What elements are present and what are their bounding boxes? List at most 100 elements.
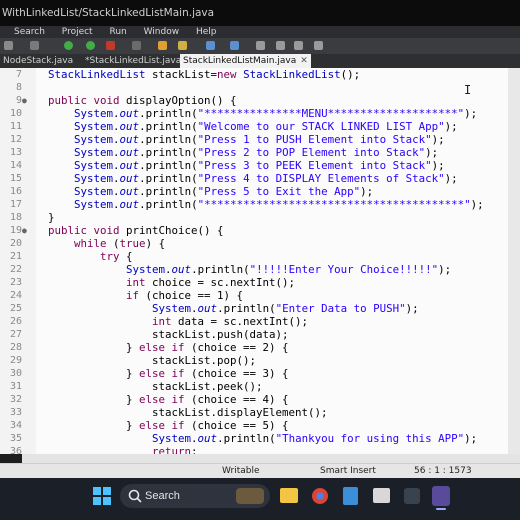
code-line[interactable]: 16 System.out.println("Press 5 to Exit t… [0,185,508,198]
open-type-icon[interactable] [206,41,215,50]
code-line[interactable]: 27 stackList.push(data); [0,328,508,341]
code-line[interactable]: 12 System.out.println("Press 1 to PUSH E… [0,133,508,146]
code-text: } else if (choice == 2) { [48,341,289,354]
search-icon[interactable] [230,41,239,50]
file-explorer-icon[interactable] [280,488,298,503]
code-line[interactable]: 13 System.out.println("Press 2 to POP El… [0,146,508,159]
debug-icon[interactable] [64,41,73,50]
status-cursor-position: 56 : 1 : 1573 [414,466,472,476]
menu-run[interactable]: Run [109,26,126,38]
taskbar: Search [0,478,520,520]
line-number: 25 [9,303,22,314]
code-line[interactable]: 29 stackList.pop(); [0,354,508,367]
code-line[interactable]: 14 System.out.println("Press 3 to PEEK E… [0,159,508,172]
code-text: System.out.println("********************… [74,198,484,211]
code-line[interactable]: 10 System.out.println("***************ME… [0,107,508,120]
pin-editor-icon[interactable] [314,41,323,50]
code-text: } else if (choice == 4) { [48,393,289,406]
new-package-icon[interactable] [178,41,187,50]
line-number: 35 [9,433,22,444]
windows-start-icon[interactable] [93,487,111,505]
menu-project[interactable]: Project [62,26,93,38]
new-java-project-icon[interactable] [158,41,167,50]
run-icon[interactable] [86,41,95,50]
code-line[interactable]: 17 System.out.println("*****************… [0,198,508,211]
line-number: 11 [9,121,22,132]
code-line[interactable]: 28 } else if (choice == 2) { [0,341,508,354]
status-writable: Writable [222,466,260,476]
code-text: return; [152,445,198,454]
code-line[interactable]: 11 System.out.println("Welcome to our ST… [0,120,508,133]
save-icon[interactable] [4,41,13,50]
line-number: 7 [15,69,22,80]
code-line[interactable]: 23 int choice = sc.nextInt(); [0,276,508,289]
menu-bar: Search Project Run Window Help [0,26,520,38]
line-number: 19 [9,225,22,236]
tab-label: *StackLinkedList.java [85,56,182,66]
tab-label: StackLinkedListMain.java [183,56,297,66]
line-number: 32 [9,394,22,405]
status-bar: Writable Smart Insert 56 : 1 : 1573 [0,463,520,478]
code-line[interactable]: 7 StackLinkedList stackList=new StackLink… [0,68,508,81]
code-line[interactable]: 8 [0,81,508,94]
code-text: while (true) { [74,237,166,250]
code-line[interactable]: 33 stackList.displayElement(); [0,406,508,419]
code-line[interactable]: 31 stackList.peek(); [0,380,508,393]
tab-node-stack[interactable]: NodeStack.java [0,54,76,68]
vertical-scrollbar[interactable] [508,68,520,454]
close-icon[interactable]: ✕ [300,56,308,66]
fold-marker-icon[interactable]: ● [22,94,27,107]
code-line[interactable]: 34 } else if (choice == 5) { [0,419,508,432]
code-line[interactable]: 36 return; [0,445,508,454]
tab-stack-linked-list[interactable]: *StackLinkedList.java [82,54,184,68]
line-number: 34 [9,420,22,431]
code-editor[interactable]: 7 StackLinkedList stackList=new StackLink… [0,68,508,454]
code-text: } [48,211,55,224]
horizontal-scrollbar[interactable] [22,454,520,463]
code-text: System.out.println("Press 2 to POP Eleme… [74,146,439,159]
notepad-icon[interactable] [343,487,358,505]
vscode-icon[interactable] [404,488,420,504]
code-text: StackLinkedList stackList=new StackLinke… [48,68,361,81]
code-line[interactable]: 26 int data = sc.nextInt(); [0,315,508,328]
eclipse-icon[interactable] [432,486,450,506]
line-number: 28 [9,342,22,353]
editor-tabs: NodeStack.java *StackLinkedList.java Sta… [0,54,520,69]
line-number: 31 [9,381,22,392]
code-line[interactable]: 15 System.out.println("Press 4 to DISPLA… [0,172,508,185]
tab-stack-linked-list-main[interactable]: StackLinkedListMain.java ✕ [180,54,311,68]
code-line[interactable]: 35 System.out.println("Thankyou for usin… [0,432,508,445]
line-number: 21 [9,251,22,262]
code-line[interactable]: 21 try { [0,250,508,263]
back-arrow-icon[interactable] [276,41,285,50]
code-line[interactable]: 24 if (choice == 1) { [0,289,508,302]
external-tools-icon[interactable] [132,41,141,50]
next-annotation-icon[interactable] [256,41,265,50]
code-line[interactable]: 25 System.out.println("Enter Data to PUS… [0,302,508,315]
code-line[interactable]: 19 ● public void printChoice() { [0,224,508,237]
code-text: System.out.println("Press 4 to DISPLAY E… [74,172,458,185]
fold-marker-icon[interactable]: ● [22,224,27,237]
code-line[interactable]: 18} [0,211,508,224]
line-number: 33 [9,407,22,418]
code-text: } else if (choice == 5) { [48,419,289,432]
code-line[interactable]: 9 ● public void displayOption() { [0,94,508,107]
line-number: 14 [9,160,22,171]
menu-help[interactable]: Help [196,26,217,38]
coverage-icon[interactable] [106,41,115,50]
code-text: System.out.println("Welcome to our STACK… [74,120,458,133]
code-line[interactable]: 32 } else if (choice == 4) { [0,393,508,406]
line-number: 9 [15,95,22,106]
code-line[interactable]: 20 while (true) { [0,237,508,250]
line-number: 18 [9,212,22,223]
code-text: System.out.println("Thankyou for using t… [152,432,478,445]
menu-search[interactable]: Search [14,26,45,38]
line-number: 17 [9,199,22,210]
code-line[interactable]: 22 System.out.println("!!!!!Enter Your C… [0,263,508,276]
code-text: System.out.println("Enter Data to PUSH")… [152,302,419,315]
print-icon[interactable] [30,41,39,50]
code-line[interactable]: 30 } else if (choice == 3) { [0,367,508,380]
forward-arrow-icon[interactable] [294,41,303,50]
menu-window[interactable]: Window [144,26,180,38]
app-icon[interactable] [373,488,390,503]
